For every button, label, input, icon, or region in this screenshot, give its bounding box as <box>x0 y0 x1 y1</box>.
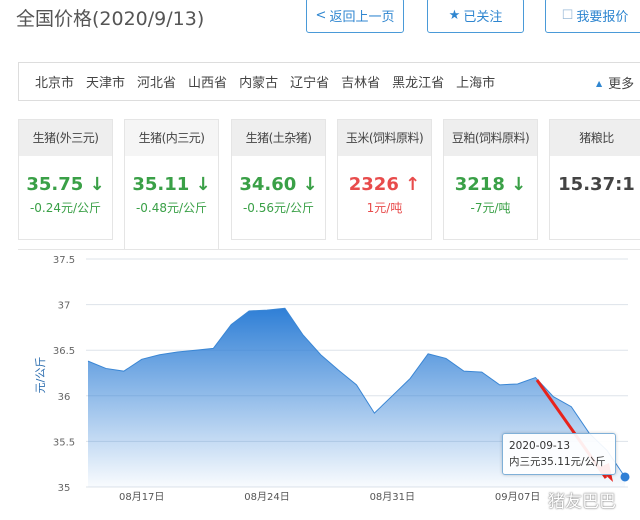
card-title: 生猪(土杂猪) <box>232 120 325 156</box>
card-value: 3218 ↓ <box>454 174 527 195</box>
back-button[interactable]: < 返回上一页 <box>306 0 404 33</box>
data-point-highlight <box>620 472 630 482</box>
region-item[interactable]: 吉林省 <box>341 72 380 91</box>
y-tick-label: 37 <box>58 301 71 312</box>
arrow-down-icon: ↓ <box>302 174 318 195</box>
card-title: 豆粕(饲料原料) <box>444 120 537 156</box>
region-item[interactable]: 辽宁省 <box>290 72 329 91</box>
quote-button[interactable]: ☐ 我要报价 <box>545 0 640 33</box>
arrow-down-icon: ↓ <box>89 174 105 195</box>
card-change: -0.24元/公斤 <box>29 201 102 215</box>
edit-icon: ☐ <box>561 8 574 23</box>
card-value: 34.60 ↓ <box>239 174 318 195</box>
star-icon: ★ <box>448 8 461 23</box>
card-change: -0.48元/公斤 <box>135 201 208 215</box>
card-title: 生猪(内三元) <box>125 120 218 156</box>
price-card[interactable]: 玉米(饲料原料) 2326 ↑ 1元/吨 <box>337 119 432 240</box>
arrow-down-icon: ↓ <box>195 174 211 195</box>
y-tick-label: 36 <box>58 392 71 403</box>
card-change: -0.56元/公斤 <box>242 201 315 215</box>
page-title: 全国价格(2020/9/13) <box>16 8 205 30</box>
price-card[interactable]: 生猪(外三元) 35.75 ↓ -0.24元/公斤 <box>18 119 113 240</box>
card-value: 35.11 ↓ <box>132 174 211 195</box>
region-item[interactable]: 北京市 <box>35 72 74 91</box>
price-card[interactable]: 生猪(内三元) 35.11 ↓ -0.48元/公斤 <box>124 119 219 250</box>
chart-tooltip: 2020-09-13 内三元35.11元/公斤 <box>502 433 616 475</box>
arrow-up-icon: ↑ <box>405 174 421 195</box>
y-axis-label: 元/公斤 <box>34 357 47 394</box>
triangle-up-icon: ▲ <box>596 79 603 88</box>
y-tick-label: 37.5 <box>53 255 75 266</box>
y-tick-label: 35 <box>58 483 71 494</box>
region-item[interactable]: 内蒙古 <box>239 72 278 91</box>
card-value: 35.75 ↓ <box>26 174 105 195</box>
price-card[interactable]: 猪粮比 15.37:1 <box>549 119 640 240</box>
region-bar: 北京市 天津市 河北省 山西省 内蒙古 辽宁省 吉林省 黑龙江省 上海市 <box>18 62 640 101</box>
region-item[interactable]: 天津市 <box>86 72 125 91</box>
card-title: 猪粮比 <box>550 120 640 156</box>
chevron-left-icon: < <box>315 8 327 23</box>
region-item[interactable]: 黑龙江省 <box>392 72 444 91</box>
card-title: 玉米(饲料原料) <box>338 120 431 156</box>
y-tick-label: 35.5 <box>53 437 75 448</box>
region-item[interactable]: 河北省 <box>137 72 176 91</box>
card-title: 生猪(外三元) <box>19 120 112 156</box>
x-tick-label: 08月17日 <box>119 491 164 503</box>
price-chart: 35 35.5 36 36.5 37 37.5 元/公斤 08月17日 08月24日 08月31日… <box>34 255 630 503</box>
region-item[interactable]: 山西省 <box>188 72 227 91</box>
price-card[interactable]: 生猪(土杂猪) 34.60 ↓ -0.56元/公斤 <box>231 119 326 240</box>
x-tick-label: 09月07日 <box>495 491 540 503</box>
follow-button[interactable]: ★ 已关注 <box>427 0 524 33</box>
arrow-down-icon: ↓ <box>511 174 527 195</box>
card-change: -7元/吨 <box>470 201 511 215</box>
price-card[interactable]: 豆粕(饲料原料) 3218 ↓ -7元/吨 <box>443 119 538 240</box>
card-change: 1元/吨 <box>366 201 403 215</box>
watermark: 猪友巴巴 <box>548 492 616 512</box>
card-value: 2326 ↑ <box>348 174 421 195</box>
more-regions-button[interactable]: ▲ 更多 <box>596 73 634 92</box>
card-value: 15.37:1 <box>558 174 635 195</box>
x-tick-label: 08月31日 <box>370 491 415 503</box>
x-tick-label: 08月24日 <box>244 491 289 503</box>
region-item[interactable]: 上海市 <box>456 72 495 91</box>
y-tick-label: 36.5 <box>53 346 75 357</box>
